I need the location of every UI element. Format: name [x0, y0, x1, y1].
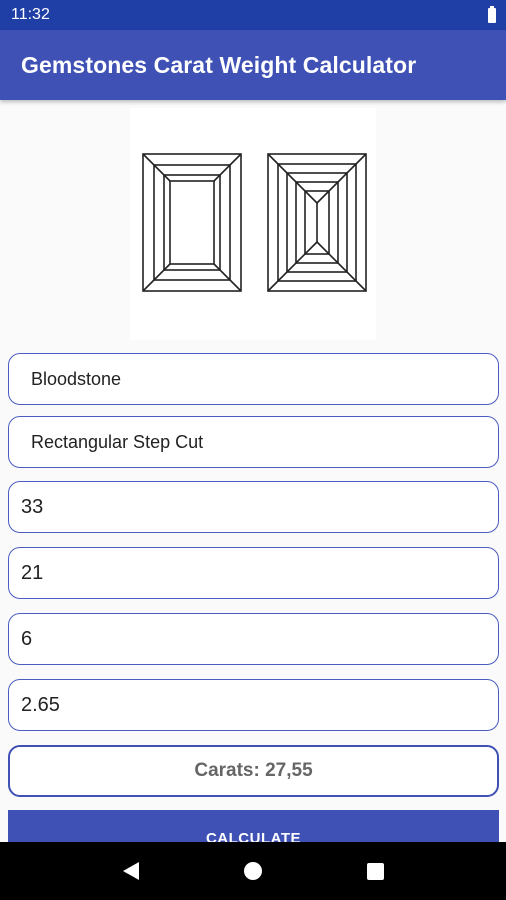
navigation-bar — [0, 842, 506, 900]
length-input[interactable]: 33 — [8, 481, 499, 533]
gemstone-select[interactable]: Bloodstone — [8, 353, 499, 405]
cut-select[interactable]: Rectangular Step Cut — [8, 416, 499, 468]
home-icon[interactable] — [243, 862, 262, 880]
app-title: Gemstones Carat Weight Calculator — [21, 51, 417, 78]
specific-gravity-input[interactable]: 2.65 — [8, 679, 499, 731]
result-display: Carats: 27,55 — [8, 745, 499, 797]
status-time: 11:32 — [11, 6, 50, 23]
status-bar: 11:32 — [0, 0, 506, 30]
width-input[interactable]: 21 — [8, 547, 499, 599]
depth-input[interactable]: 6 — [8, 613, 499, 665]
app-bar: Gemstones Carat Weight Calculator — [0, 30, 506, 100]
back-icon[interactable] — [122, 862, 139, 880]
rectangular-step-cut-diagram-icon — [142, 153, 367, 292]
cut-illustration — [130, 108, 376, 340]
recent-apps-icon[interactable] — [366, 862, 384, 880]
battery-icon — [488, 5, 496, 23]
